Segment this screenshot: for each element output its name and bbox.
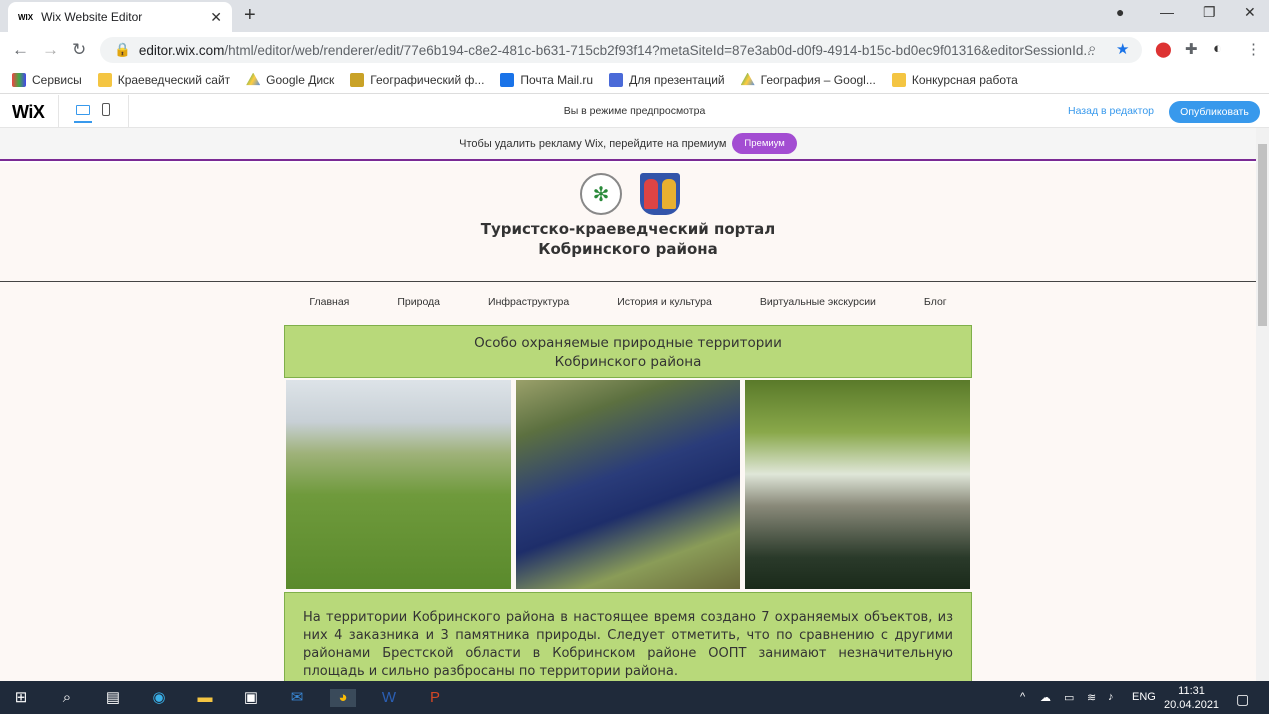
- tray-chevron-icon[interactable]: ^: [1020, 691, 1025, 703]
- wix-favicon-icon: WIX: [18, 12, 34, 22]
- site-title: Туристско-краеведческий портал Кобринско…: [480, 220, 776, 258]
- search-icon[interactable]: ⌕: [58, 689, 76, 707]
- park-pond-photo[interactable]: [745, 380, 971, 589]
- task-view-icon[interactable]: ▤: [104, 689, 122, 707]
- wifi-icon[interactable]: ≋: [1087, 691, 1096, 704]
- folder-icon: [891, 72, 906, 87]
- nature-logo-icon: ✻: [580, 173, 622, 215]
- extension-icon[interactable]: ⬤: [1155, 40, 1172, 58]
- notifications-icon[interactable]: ▢: [1236, 691, 1249, 708]
- language-indicator[interactable]: ENG: [1132, 691, 1156, 703]
- site-page: ✻ Туристско-краеведческий портал Кобринс…: [0, 163, 1256, 681]
- menu-item-home[interactable]: Главная: [309, 296, 349, 308]
- section-heading: Особо охраняемые природные территории Ко…: [284, 325, 972, 378]
- presentation-icon: [609, 72, 624, 87]
- close-tab-icon[interactable]: ✕: [210, 9, 222, 26]
- emblem-icon: [350, 72, 365, 87]
- bookmark-geography[interactable]: География – Googl...: [740, 72, 876, 87]
- ad-banner: Чтобы удалить рекламу Wix, перейдите на …: [0, 128, 1256, 161]
- apps-grid-icon: [12, 72, 26, 87]
- active-indicator: [74, 121, 92, 123]
- bookmark-presentations[interactable]: Для презентаций: [609, 72, 725, 87]
- photo-gallery: [286, 380, 971, 589]
- file-explorer-icon[interactable]: ▬: [196, 689, 214, 707]
- windows-start-icon[interactable]: ⊞: [12, 689, 30, 707]
- header-divider: [0, 281, 1256, 282]
- menu-item-blog[interactable]: Блог: [924, 296, 947, 308]
- maximize-icon[interactable]: ❐: [1203, 4, 1216, 21]
- scrollbar[interactable]: [1256, 128, 1269, 681]
- mail-icon[interactable]: ✉: [288, 689, 306, 707]
- bookmark-star-icon[interactable]: ★: [1116, 40, 1129, 58]
- coat-of-arms-icon: [640, 173, 680, 215]
- bookmark-folder[interactable]: Краеведческий сайт: [97, 72, 230, 87]
- url-path: /html/editor/web/renderer/edit/77e6b194-…: [224, 42, 1095, 58]
- bookmark-google-drive[interactable]: Google Диск: [246, 72, 334, 87]
- store-icon[interactable]: ▣: [242, 689, 260, 707]
- google-drive-icon: [740, 72, 755, 86]
- bookmark-contest[interactable]: Конкурсная работа: [891, 72, 1018, 87]
- bookmark-geo-faculty[interactable]: Географический ф...: [350, 72, 484, 87]
- google-drive-icon: [246, 72, 261, 86]
- back-arrow-icon[interactable]: ←: [12, 40, 29, 60]
- avatar[interactable]: ◐: [1213, 40, 1222, 57]
- url-input[interactable]: 🔒 editor.wix.com/html/editor/web/rendere…: [100, 37, 1142, 63]
- menu-item-infrastructure[interactable]: Инфраструктура: [488, 296, 569, 308]
- forward-arrow-icon[interactable]: →: [42, 40, 59, 60]
- puzzle-icon[interactable]: ✚: [1185, 40, 1198, 58]
- volume-icon[interactable]: ♪: [1108, 691, 1114, 703]
- mail-icon: [500, 72, 515, 87]
- profile-icon[interactable]: ●: [1116, 4, 1124, 20]
- minimize-icon[interactable]: —: [1160, 4, 1174, 20]
- close-window-icon[interactable]: ✕: [1244, 4, 1256, 21]
- publish-button[interactable]: Опубликовать: [1169, 101, 1260, 123]
- clock[interactable]: 11:31 20.04.2021: [1164, 684, 1219, 712]
- chrome-icon[interactable]: ◕: [330, 689, 356, 707]
- browser-tab[interactable]: WIX Wix Website Editor ✕: [8, 2, 232, 32]
- lock-icon: 🔒: [114, 42, 131, 57]
- scrollbar-thumb[interactable]: [1258, 144, 1267, 326]
- menu-item-history[interactable]: История и культура: [617, 296, 712, 308]
- tab-title: Wix Website Editor: [41, 10, 143, 24]
- site-logos: ✻: [580, 173, 680, 215]
- premium-button[interactable]: Премиум: [732, 133, 797, 154]
- bookmark-services[interactable]: Сервисы: [12, 72, 82, 87]
- zoom-icon[interactable]: ⌕: [1088, 40, 1096, 57]
- bookmark-mail[interactable]: Почта Mail.ru: [500, 72, 593, 87]
- reload-icon[interactable]: ↻: [72, 40, 86, 60]
- new-tab-icon[interactable]: +: [244, 4, 256, 27]
- menu-item-nature[interactable]: Природа: [397, 296, 440, 308]
- windows-taskbar: ⊞ ⌕ ▤ ◉ ▬ ▣ ✉ ◕ W P ^ ☁ ▭ ≋ ♪ ENG 11:31 …: [0, 681, 1269, 714]
- wix-preview-bar: WiX Вы в режиме предпросмотра Назад в ре…: [0, 95, 1269, 128]
- powerpoint-icon[interactable]: P: [426, 689, 444, 707]
- menu-item-virtual-tours[interactable]: Виртуальные экскурсии: [760, 296, 876, 308]
- section-body: На территории Кобринского района в насто…: [284, 592, 972, 681]
- ad-text: Чтобы удалить рекламу Wix, перейдите на …: [459, 137, 727, 150]
- folder-icon: [97, 72, 112, 87]
- menu-dots-icon[interactable]: ⋮: [1246, 40, 1261, 58]
- word-icon[interactable]: W: [380, 689, 398, 707]
- url-domain: editor.wix.com: [138, 42, 225, 58]
- reeds-photo[interactable]: [286, 380, 511, 589]
- address-bar-row: ← → ↻ 🔒 editor.wix.com/html/editor/web/r…: [0, 32, 1269, 66]
- bookmarks-bar: Сервисы Краеведческий сайт Google Диск Г…: [0, 66, 1269, 94]
- edge-icon[interactable]: ◉: [150, 689, 168, 707]
- cloud-icon[interactable]: ☁: [1040, 691, 1051, 704]
- back-to-editor-link[interactable]: Назад в редактор: [1068, 105, 1154, 117]
- battery-icon[interactable]: ▭: [1064, 691, 1074, 704]
- site-menu: Главная Природа Инфраструктура История и…: [0, 296, 1256, 308]
- aerial-marsh-photo[interactable]: [515, 380, 741, 589]
- browser-tabbar: WIX Wix Website Editor ✕ + ● — ❐ ✕: [0, 0, 1269, 32]
